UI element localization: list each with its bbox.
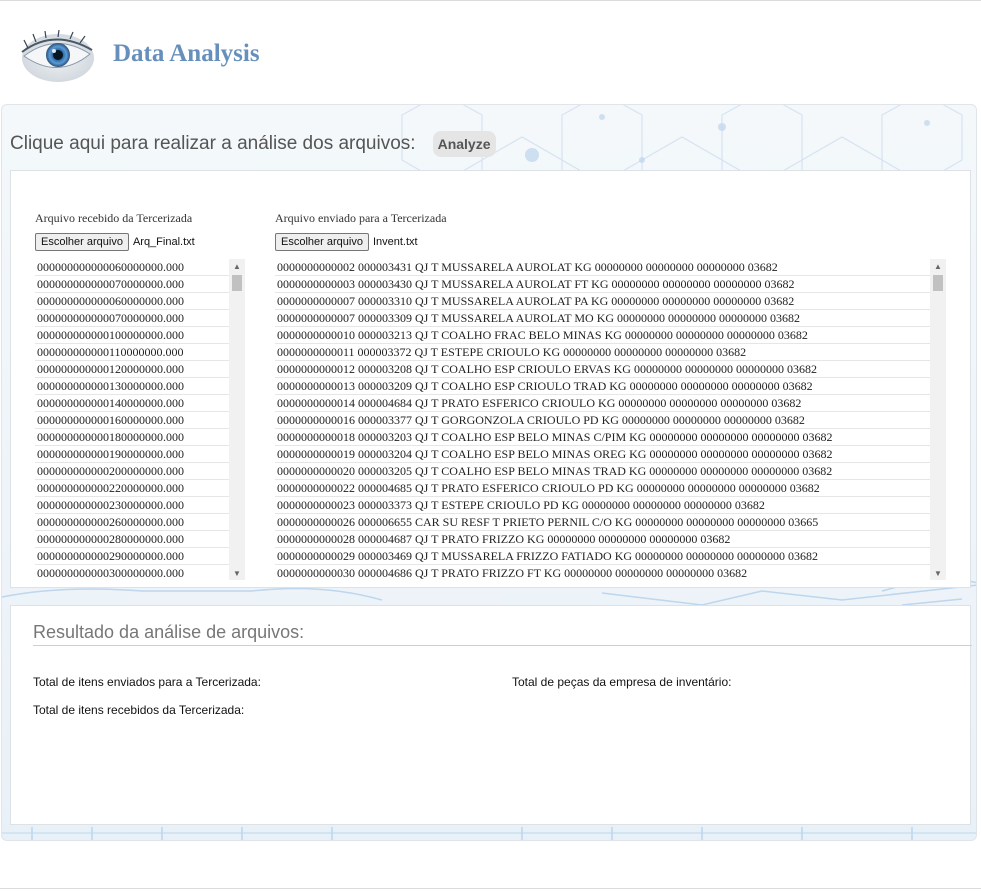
pieces-total-label: Total de peças da empresa de inventário: — [512, 675, 732, 689]
file-line: 0000000000030 000004686 QJ T PRATO FRIZZ… — [275, 565, 930, 580]
received-scrollbar[interactable]: ▲ ▼ — [229, 259, 245, 580]
file-line: 0000000000012 000003208 QJ T COALHO ESP … — [275, 361, 930, 378]
file-line: 000000000000200000000.000 — [35, 463, 229, 480]
file-line: 000000000000290000000.000 — [35, 548, 229, 565]
sent-choose-file-button[interactable]: Escolher arquivo — [275, 233, 369, 251]
received-total-label: Total de itens recebidos da Tercerizada: — [33, 703, 245, 717]
file-line: 0000000000014 000004684 QJ T PRATO ESFER… — [275, 395, 930, 412]
file-line: 000000000000160000000.000 — [35, 412, 229, 429]
header — [18, 28, 94, 88]
sent-file-content[interactable]: 0000000000002 000003431 QJ T MUSSARELA A… — [275, 259, 946, 580]
received-lines: 000000000000060000000.000 000000000000070… — [35, 259, 229, 580]
file-line: 000000000000280000000.000 — [35, 531, 229, 548]
scroll-down-icon[interactable]: ▼ — [930, 566, 946, 580]
file-line: 000000000000300000000.000 — [35, 565, 229, 580]
analyze-prompt-row: Clique aqui para realizar a análise dos … — [10, 131, 496, 157]
main-panel: Clique aqui para realizar a análise dos … — [1, 104, 977, 841]
file-line: 000000000000070000000.000 — [35, 276, 229, 293]
file-line: 0000000000023 000003373 QJ T ESTEPE CRIO… — [275, 497, 930, 514]
file-line: 0000000000026 000006655 CAR SU RESF T PR… — [275, 514, 930, 531]
results-box: Resultado da análise de arquivos: Total … — [10, 605, 972, 825]
file-line: 0000000000002 000003431 QJ T MUSSARELA A… — [275, 259, 930, 276]
results-title: Resultado da análise de arquivos: — [33, 622, 972, 646]
file-line: 000000000000190000000.000 — [35, 446, 229, 463]
sent-file-label: Arquivo enviado para a Tercerizada — [275, 211, 447, 225]
file-line: 000000000000110000000.000 — [35, 344, 229, 361]
file-line: 0000000000029 000003469 QJ T MUSSARELA F… — [275, 548, 930, 565]
file-line: 0000000000019 000003204 QJ T COALHO ESP … — [275, 446, 930, 463]
file-line: 0000000000013 000003209 QJ T COALHO ESP … — [275, 378, 930, 395]
sent-file-name: Invent.txt — [372, 236, 418, 248]
file-line: 000000000000120000000.000 — [35, 361, 229, 378]
file-line: 0000000000010 000003213 QJ T COALHO FRAC… — [275, 327, 930, 344]
file-line: 000000000000060000000.000 — [35, 259, 229, 276]
file-line: 0000000000007 000003310 QJ T MUSSARELA A… — [275, 293, 930, 310]
file-line: 000000000000070000000.000 — [35, 310, 229, 327]
file-line: 000000000000180000000.000 — [35, 429, 229, 446]
received-file-label: Arquivo recebido da Tercerizada — [35, 211, 193, 225]
sent-scroll-thumb[interactable] — [933, 275, 943, 291]
received-choose-file-button[interactable]: Escolher arquivo — [35, 233, 129, 251]
file-line: 000000000000230000000.000 — [35, 497, 229, 514]
received-file-input: Escolher arquivo Arq_Final.txt — [35, 233, 195, 251]
file-line: 0000000000011 000003372 QJ T ESTEPE CRIO… — [275, 344, 930, 361]
analyze-button[interactable]: Analyze — [432, 131, 496, 157]
file-line: 0000000000016 000003377 QJ T GORGONZOLA … — [275, 412, 930, 429]
bottom-divider — [0, 888, 981, 889]
file-line: 000000000000100000000.000 — [35, 327, 229, 344]
file-line: 0000000000003 000003430 QJ T MUSSARELA A… — [275, 276, 930, 293]
file-line: 000000000000260000000.000 — [35, 514, 229, 531]
files-box: Arquivo recebido da Tercerizada Escolher… — [10, 170, 971, 588]
top-divider — [0, 0, 981, 1]
file-line: 0000000000020 000003205 QJ T COALHO ESP … — [275, 463, 930, 480]
scroll-up-icon[interactable]: ▲ — [229, 259, 245, 273]
eye-icon — [18, 29, 94, 86]
sent-file-input: Escolher arquivo Invent.txt — [275, 233, 418, 251]
file-line: 000000000000140000000.000 — [35, 395, 229, 412]
analyze-prompt: Clique aqui para realizar a análise dos … — [10, 133, 416, 154]
file-line: 0000000000018 000003203 QJ T COALHO ESP … — [275, 429, 930, 446]
sent-lines: 0000000000002 000003431 QJ T MUSSARELA A… — [275, 259, 930, 580]
scroll-up-icon[interactable]: ▲ — [930, 259, 946, 273]
sent-scrollbar[interactable]: ▲ ▼ — [930, 259, 946, 580]
received-scroll-thumb[interactable] — [232, 275, 242, 291]
file-line: 000000000000130000000.000 — [35, 378, 229, 395]
file-line: 000000000000060000000.000 — [35, 293, 229, 310]
app-title: Data Analysis — [113, 40, 260, 67]
received-file-content[interactable]: 000000000000060000000.000 000000000000070… — [35, 259, 245, 580]
scroll-down-icon[interactable]: ▼ — [229, 566, 245, 580]
file-line: 0000000000022 000004685 QJ T PRATO ESFER… — [275, 480, 930, 497]
file-line: 0000000000028 000004687 QJ T PRATO FRIZZ… — [275, 531, 930, 548]
file-line: 0000000000007 000003309 QJ T MUSSARELA A… — [275, 310, 930, 327]
file-line: 000000000000220000000.000 — [35, 480, 229, 497]
sent-total-label: Total de itens enviados para a Terceriza… — [33, 675, 261, 689]
received-file-name: Arq_Final.txt — [132, 236, 195, 248]
